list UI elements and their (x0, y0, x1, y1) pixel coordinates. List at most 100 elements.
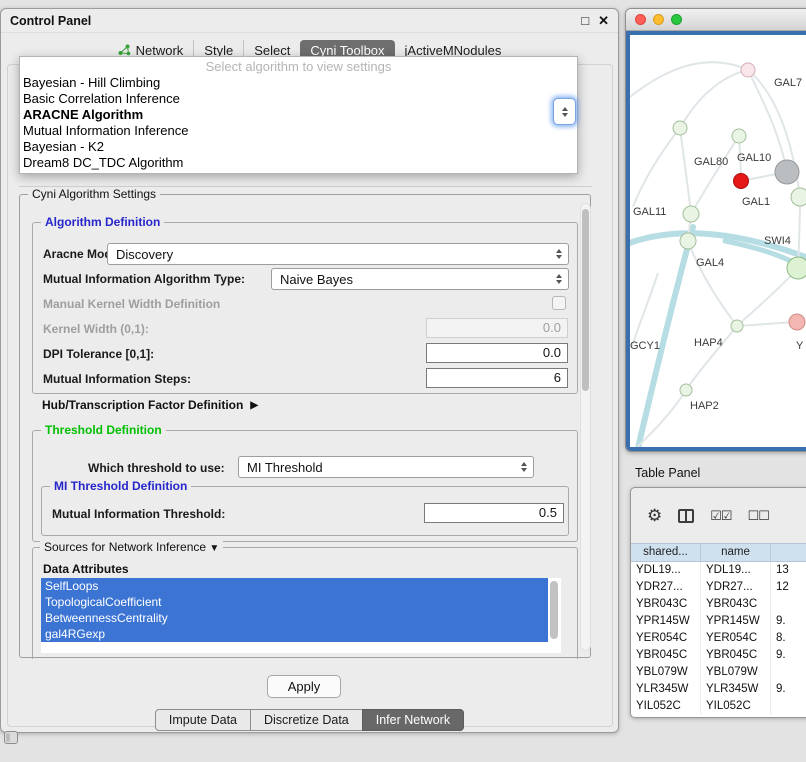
mi-threshold-field[interactable]: 0.5 (424, 503, 564, 523)
table-cell: YBL079W (631, 664, 701, 681)
data-attributes-label: Data Attributes (43, 562, 129, 576)
table-row[interactable]: YLR345WYLR345W9. (631, 681, 806, 698)
network-tab-icon (118, 44, 131, 56)
select-all-columns-icon[interactable]: ☑☑ (710, 508, 731, 524)
data-attribute-item[interactable]: BetweennessCentrality (41, 610, 548, 626)
dpi-tolerance-label: DPI Tolerance [0,1]: (43, 347, 154, 361)
columns-icon[interactable] (678, 509, 694, 523)
dpi-tolerance-field[interactable]: 0.0 (426, 343, 568, 363)
desktop: Control Panel □ ✕ Network Style Select (0, 0, 806, 762)
which-threshold-combobox[interactable]: MI Threshold (238, 456, 534, 478)
network-node[interactable] (787, 257, 806, 279)
data-attribute-item[interactable]: SelfLoops (41, 578, 548, 594)
table-row[interactable]: YDR27...YDR27...12 (631, 579, 806, 596)
algorithm-dropdown-popup: Select algorithm to view settings Bayesi… (19, 56, 578, 174)
algorithm-option[interactable]: Bayesian - Hill Climbing (20, 75, 577, 91)
focused-combo-button[interactable] (553, 98, 576, 125)
collapse-down-icon: ▼ (209, 543, 219, 554)
mi-steps-field[interactable]: 6 (426, 368, 568, 388)
table-cell (771, 698, 806, 715)
table-cell: 9. (771, 647, 806, 664)
table-panel-toolbar: ⚙ ☑☑ ☐☐ (631, 488, 806, 543)
manual-kernel-label: Manual Kernel Width Definition (43, 297, 220, 311)
control-panel-titlebar: Control Panel □ ✕ (1, 9, 618, 33)
tab-discretize-data[interactable]: Discretize Data (250, 709, 363, 731)
kernel-width-label: Kernel Width (0,1): (43, 322, 149, 336)
settings-group-title: Cyni Algorithm Settings (28, 187, 160, 201)
hub-section-label: Hub/Transcription Factor Definition (42, 398, 243, 412)
network-node[interactable] (680, 233, 696, 249)
table-body: YDL19...YDL19...13YDR27...YDR27...12YBR0… (631, 562, 806, 717)
table-panel-title: Table Panel (635, 466, 700, 480)
network-view-window: GAL7 GAL80 GAL10 GAL11 GAL1 SWI4 GAL4 GC… (625, 8, 806, 452)
combo-arrows-icon (556, 274, 562, 284)
network-window-titlebar[interactable] (626, 9, 806, 31)
network-node[interactable] (775, 160, 799, 184)
tab-infer-network[interactable]: Infer Network (362, 709, 464, 731)
table-row[interactable]: YBR045CYBR045C9. (631, 647, 806, 664)
zoom-traffic-light[interactable] (671, 14, 682, 25)
table-row[interactable]: YPR145WYPR145W9. (631, 613, 806, 630)
table-row[interactable]: YBR043CYBR043C (631, 596, 806, 613)
collapsed-panel-icon[interactable] (4, 731, 18, 744)
close-traffic-light[interactable] (635, 14, 646, 25)
float-window-icon[interactable]: □ (581, 13, 589, 28)
network-node[interactable] (741, 63, 755, 77)
table-cell (771, 664, 806, 681)
algorithm-option[interactable]: Mutual Information Inference (20, 123, 577, 139)
threshold-definition-title: Threshold Definition (41, 423, 166, 437)
table-cell (771, 596, 806, 613)
network-node[interactable] (789, 314, 805, 330)
data-attribute-item[interactable]: gal4RGexp (41, 626, 548, 642)
column-header-shared-name[interactable]: shared... (631, 544, 701, 561)
close-icon[interactable]: ✕ (598, 13, 609, 29)
column-header-name[interactable]: name (701, 544, 771, 561)
mi-type-combobox[interactable]: Naive Bayes (271, 268, 569, 290)
table-panel-window: ⚙ ☑☑ ☐☐ shared... name YDL19...YDL19...1… (630, 487, 806, 718)
table-row[interactable]: YER054CYER054C8. (631, 630, 806, 647)
table-row[interactable]: YDL19...YDL19...13 (631, 562, 806, 579)
kernel-width-field: 0.0 (426, 318, 568, 338)
algorithm-option[interactable]: Basic Correlation Inference (20, 91, 577, 107)
settings-scrollbar[interactable] (580, 203, 591, 651)
algorithm-popup-list: Bayesian - Hill ClimbingBasic Correlatio… (20, 75, 577, 171)
minimize-traffic-light[interactable] (653, 14, 664, 25)
hub-section-toggle[interactable]: Hub/Transcription Factor Definition ▶ (42, 398, 258, 412)
network-node[interactable] (673, 121, 687, 135)
algorithm-definition-title: Algorithm Definition (41, 215, 164, 229)
network-node[interactable] (732, 129, 746, 143)
settings-scrollbar-thumb[interactable] (582, 209, 589, 391)
sources-group-title[interactable]: Sources for Network Inference ▼ (40, 540, 223, 556)
table-cell: YDR27... (631, 579, 701, 596)
table-header-row: shared... name (631, 543, 806, 562)
threshold-definition-group: Threshold Definition Which threshold to … (32, 430, 578, 542)
data-attributes-list[interactable]: SelfLoopsTopologicalCoefficientBetweenne… (41, 578, 561, 653)
algorithm-option[interactable]: ARACNE Algorithm (20, 107, 577, 123)
algorithm-popup-placeholder: Select algorithm to view settings (20, 58, 577, 75)
network-node[interactable] (731, 320, 743, 332)
deselect-all-columns-icon[interactable]: ☐☐ (748, 508, 769, 524)
table-cell: 12 (771, 579, 806, 596)
attribute-list-scrollbar[interactable] (550, 581, 558, 639)
algorithm-option[interactable]: Dream8 DC_TDC Algorithm (20, 155, 577, 171)
aracne-mode-combobox[interactable]: Discovery (107, 243, 569, 265)
network-node[interactable] (683, 206, 699, 222)
table-cell: YLR345W (631, 681, 701, 698)
algorithm-option[interactable]: Bayesian - K2 (20, 139, 577, 155)
table-row[interactable]: YBL079WYBL079W (631, 664, 806, 681)
gear-icon[interactable]: ⚙ (647, 506, 662, 526)
column-header-extra[interactable] (771, 544, 806, 561)
network-canvas[interactable]: GAL7 GAL80 GAL10 GAL11 GAL1 SWI4 GAL4 GC… (630, 35, 806, 447)
table-cell: YDR27... (701, 579, 771, 596)
network-node[interactable] (680, 384, 692, 396)
table-cell: YDL19... (631, 562, 701, 579)
data-attribute-item[interactable]: TopologicalCoefficient (41, 594, 548, 610)
table-cell: YDL19... (701, 562, 771, 579)
tab-impute-data[interactable]: Impute Data (155, 709, 251, 731)
table-row[interactable]: YIL052CYIL052C (631, 698, 806, 715)
manual-kernel-checkbox[interactable] (552, 296, 566, 310)
network-node[interactable] (791, 188, 806, 206)
mi-steps-label: Mutual Information Steps: (43, 372, 191, 386)
apply-button[interactable]: Apply (267, 675, 341, 698)
network-node-selected[interactable] (734, 174, 749, 189)
